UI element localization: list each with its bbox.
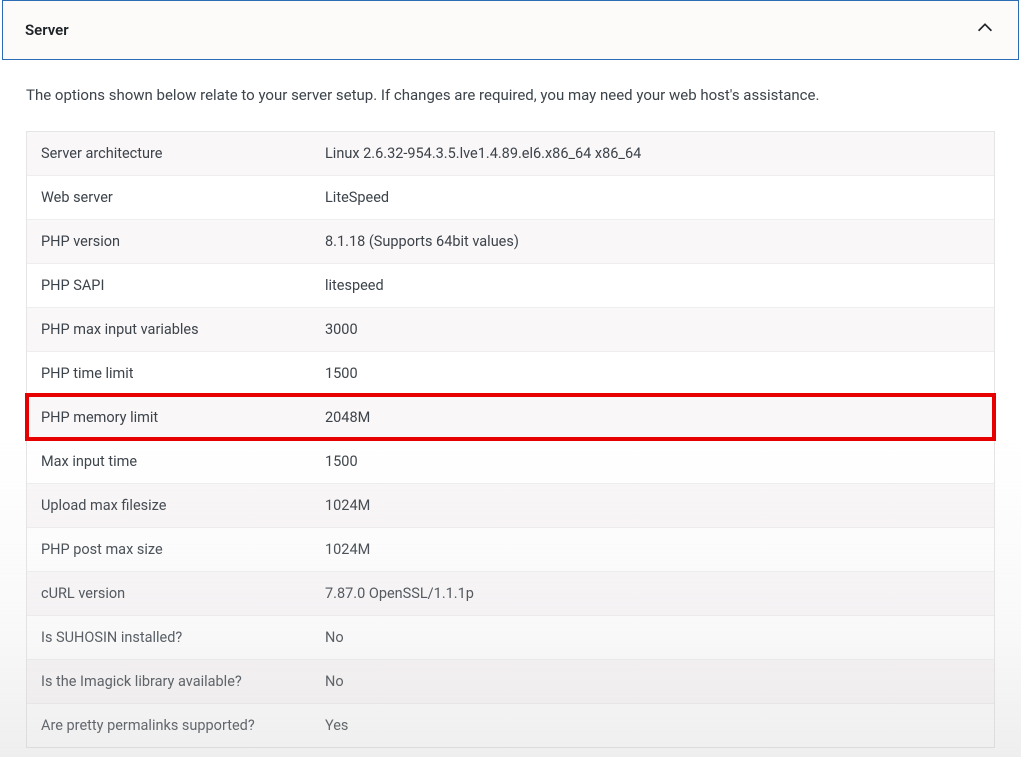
row-label: PHP time limit — [27, 352, 311, 395]
row-label: Server architecture — [27, 132, 311, 175]
row-label: PHP version — [27, 220, 311, 263]
table-row: Max input time1500 — [27, 439, 994, 483]
row-value: No — [311, 660, 994, 703]
table-row: Web serverLiteSpeed — [27, 175, 994, 219]
row-value: 1024M — [311, 528, 994, 571]
row-label: PHP memory limit — [27, 396, 311, 439]
row-label: Is the Imagick library available? — [27, 660, 311, 703]
table-row: PHP time limit1500 — [27, 351, 994, 395]
table-row: Are pretty permalinks supported?Yes — [27, 703, 994, 747]
row-value: No — [311, 616, 994, 659]
row-value: 7.87.0 OpenSSL/1.1.1p — [311, 572, 994, 615]
row-label: Max input time — [27, 440, 311, 483]
row-value: LiteSpeed — [311, 176, 994, 219]
panel-header[interactable]: Server — [3, 1, 1018, 59]
row-value: 8.1.18 (Supports 64bit values) — [311, 220, 994, 263]
table-row: Server architectureLinux 2.6.32-954.3.5.… — [27, 132, 994, 175]
table-row: PHP version8.1.18 (Supports 64bit values… — [27, 219, 994, 263]
table-row: PHP max input variables3000 — [27, 307, 994, 351]
table-row: Is SUHOSIN installed?No — [27, 615, 994, 659]
row-label: Are pretty permalinks supported? — [27, 704, 311, 747]
table-row: Upload max filesize1024M — [27, 483, 994, 527]
row-value: 1500 — [311, 352, 994, 395]
panel-title: Server — [25, 21, 69, 39]
row-label: Web server — [27, 176, 311, 219]
row-label: cURL version — [27, 572, 311, 615]
chevron-up-icon — [974, 17, 996, 43]
panel-description: The options shown below relate to your s… — [26, 84, 995, 107]
panel-content: The options shown below relate to your s… — [0, 60, 1021, 748]
server-panel: Server — [2, 0, 1019, 60]
table-row: PHP memory limit2048M — [27, 395, 994, 439]
row-value: litespeed — [311, 264, 994, 307]
table-row: Is the Imagick library available?No — [27, 659, 994, 703]
row-value: 2048M — [311, 396, 994, 439]
table-row: PHP SAPIlitespeed — [27, 263, 994, 307]
row-label: PHP SAPI — [27, 264, 311, 307]
table-row: cURL version7.87.0 OpenSSL/1.1.1p — [27, 571, 994, 615]
row-value: Yes — [311, 704, 994, 747]
row-label: Is SUHOSIN installed? — [27, 616, 311, 659]
row-value: 1500 — [311, 440, 994, 483]
row-value: 3000 — [311, 308, 994, 351]
row-value: 1024M — [311, 484, 994, 527]
row-label: PHP post max size — [27, 528, 311, 571]
row-label: PHP max input variables — [27, 308, 311, 351]
server-info-table: Server architectureLinux 2.6.32-954.3.5.… — [26, 131, 995, 748]
table-row: PHP post max size1024M — [27, 527, 994, 571]
row-value: Linux 2.6.32-954.3.5.lve1.4.89.el6.x86_6… — [311, 132, 994, 175]
row-label: Upload max filesize — [27, 484, 311, 527]
